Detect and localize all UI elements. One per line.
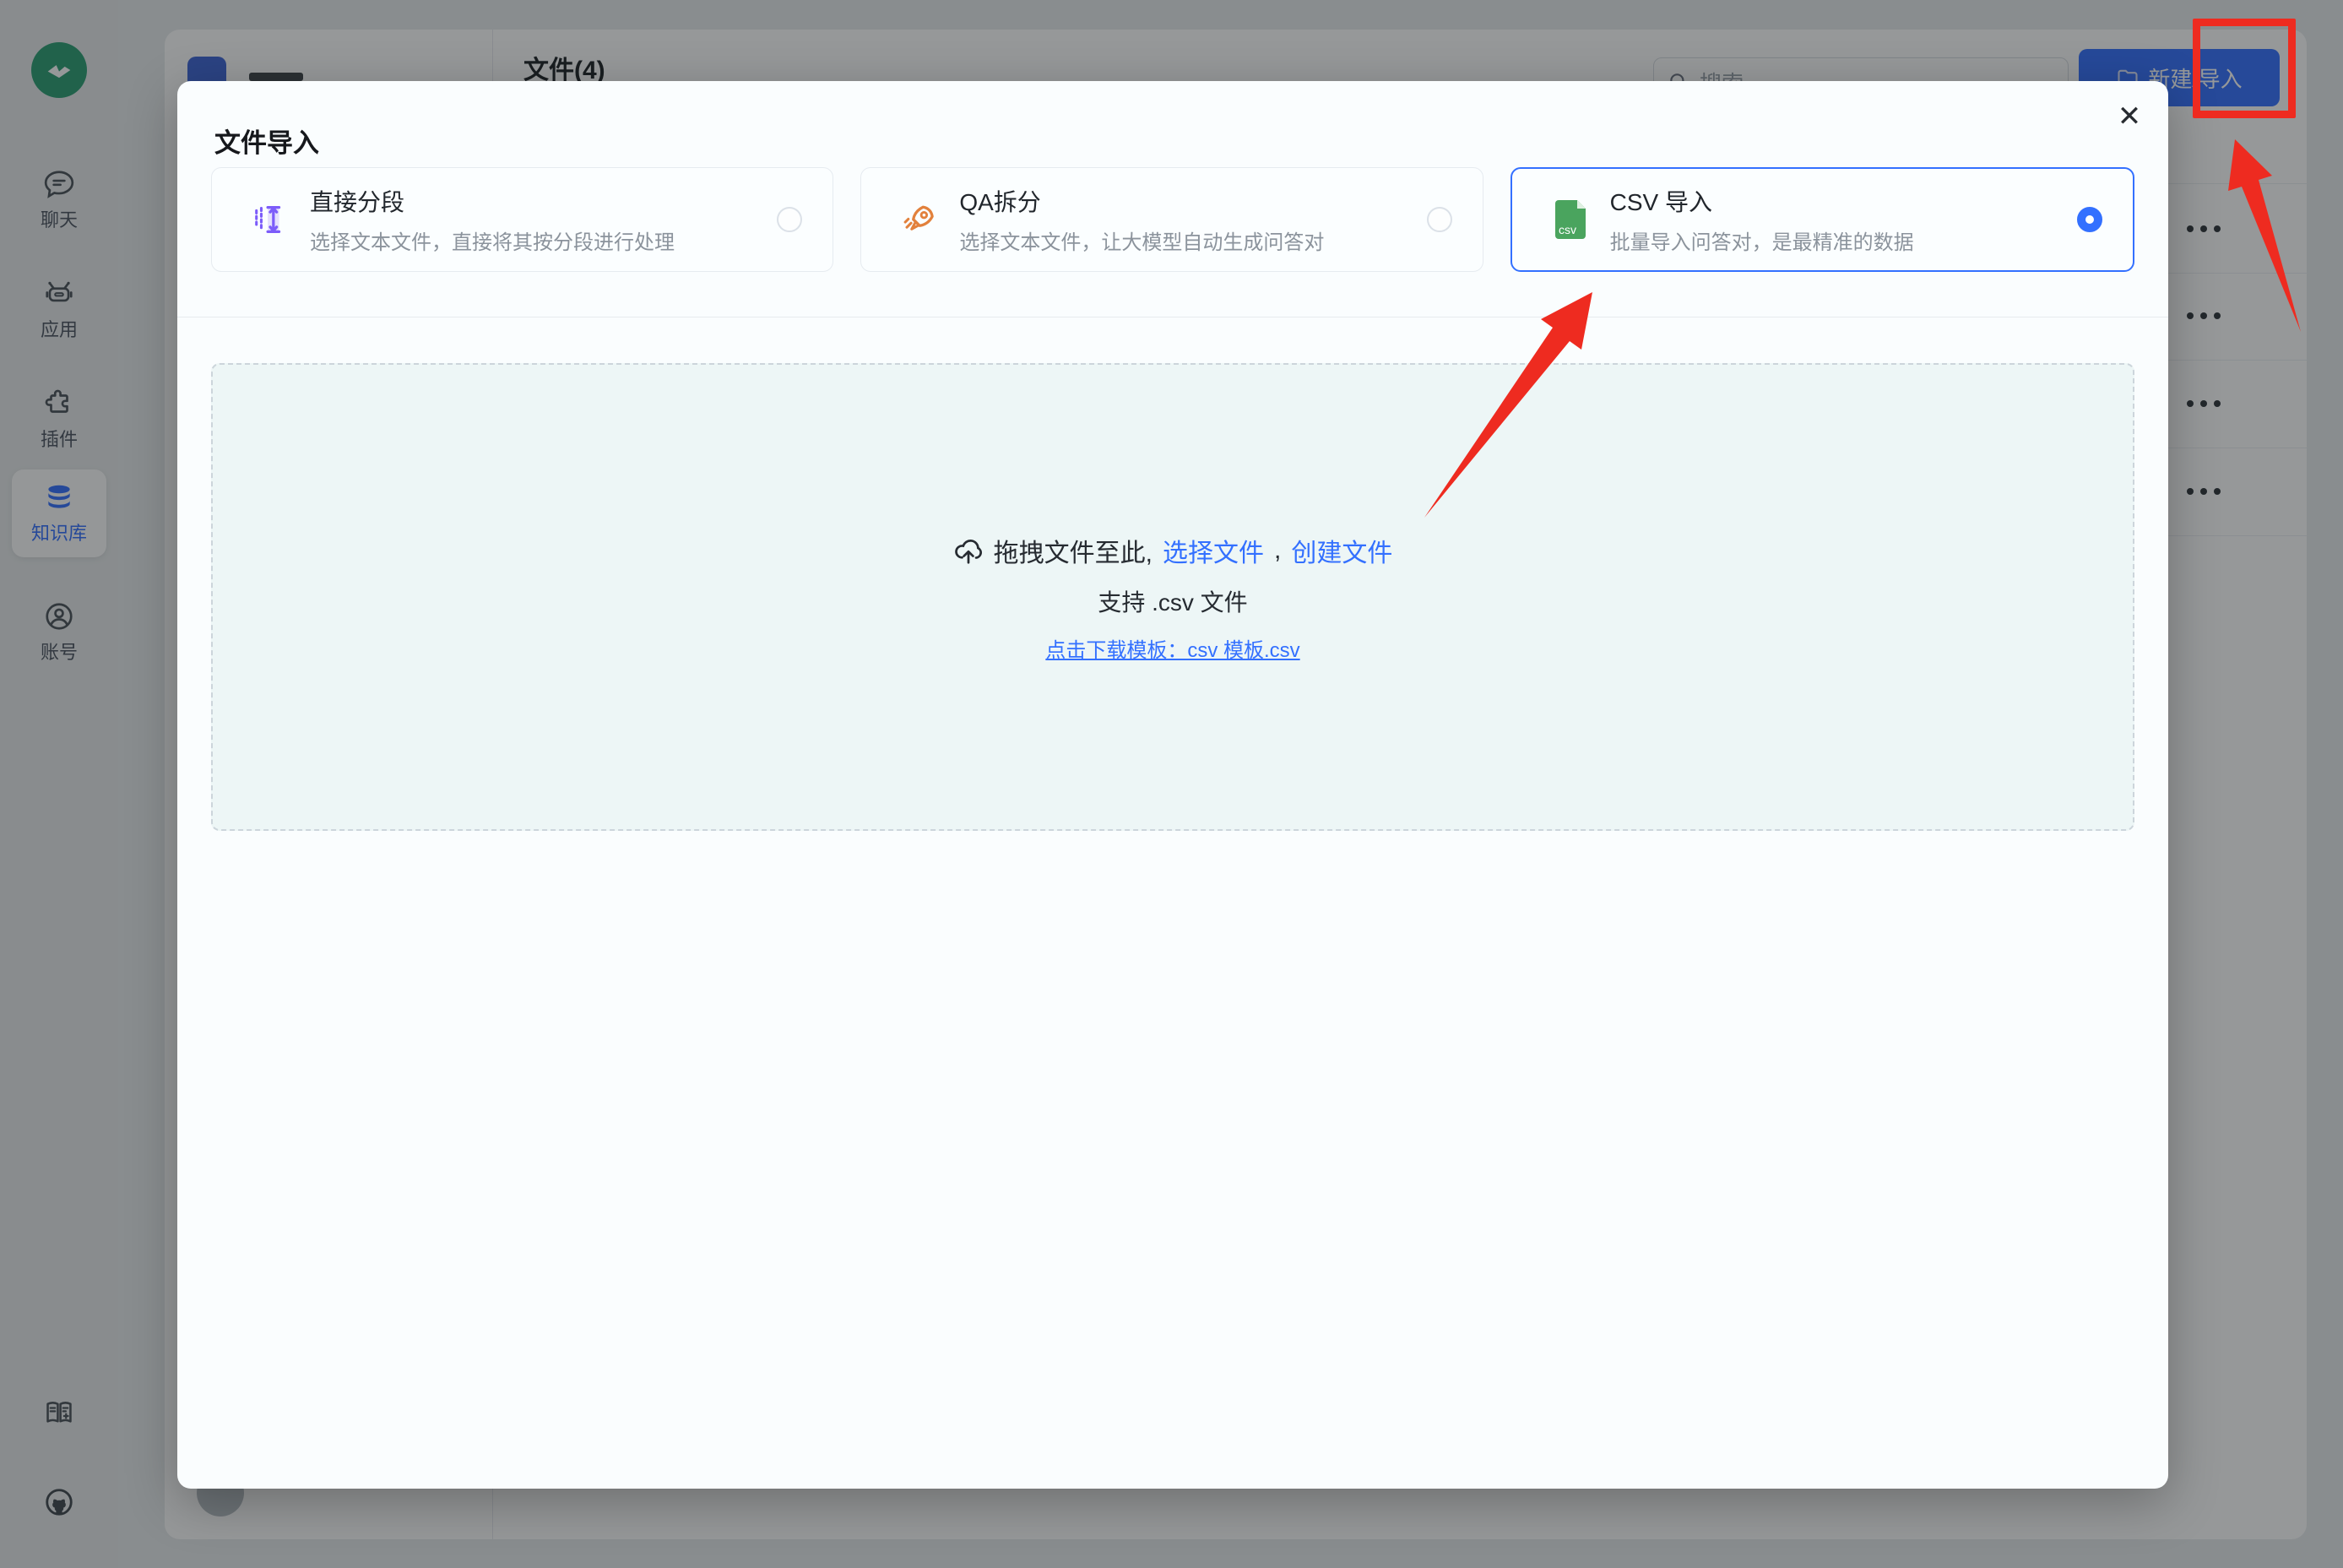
option-direct-segment[interactable]: 直接分段 选择文本文件，直接将其按分段进行处理 [211,167,833,272]
dropzone-support-text: 支持 .csv 文件 [1098,584,1247,618]
create-file-link[interactable]: 创建文件 [1291,532,1392,569]
option-title: 直接分段 [310,184,675,218]
option-subtitle: 选择文本文件，直接将其按分段进行处理 [310,225,675,255]
import-mode-options: 直接分段 选择文本文件，直接将其按分段进行处理 QA拆分 选择文本文件，让大模型… [211,167,2134,272]
dropzone-comma: , [1274,536,1281,565]
rocket-icon [900,200,939,239]
radio-unchecked-icon[interactable] [1427,207,1452,232]
option-csv-import[interactable]: csv CSV 导入 批量导入问答对，是最精准的数据 [1510,167,2134,272]
segment-icon [251,200,290,239]
close-icon[interactable]: ✕ [2111,98,2148,135]
option-subtitle: 选择文本文件，让大模型自动生成问答对 [959,225,1324,255]
dropzone-drag-text: 拖拽文件至此, [994,532,1153,569]
app-window: 聊天 应用 插件 知识库 账号 文 [0,0,2343,1568]
option-qa-split[interactable]: QA拆分 选择文本文件，让大模型自动生成问答对 [860,167,1483,272]
option-subtitle: 批量导入问答对，是最精准的数据 [1610,225,1914,255]
select-file-link[interactable]: 选择文件 [1163,532,1264,569]
modal-title: 文件导入 [214,122,319,160]
radio-unchecked-icon[interactable] [777,207,802,232]
annotation-highlight-rect [2193,19,2296,118]
cloud-upload-icon [953,535,984,566]
file-dropzone[interactable]: 拖拽文件至此, 选择文件 , 创建文件 支持 .csv 文件 点击下载模板：cs… [211,363,2134,831]
radio-checked-icon[interactable] [2077,207,2102,232]
option-title: CSV 导入 [1610,184,1914,218]
download-template-link[interactable]: 点击下载模板：csv 模板.csv [1045,633,1299,663]
file-import-modal: 文件导入 ✕ 直接分段 选择文本文件，直接将其按分段进行处理 [177,81,2168,1489]
csv-badge-text: csv [1559,223,1576,236]
option-title: QA拆分 [959,184,1324,218]
csv-file-icon: csv [1551,198,1590,241]
